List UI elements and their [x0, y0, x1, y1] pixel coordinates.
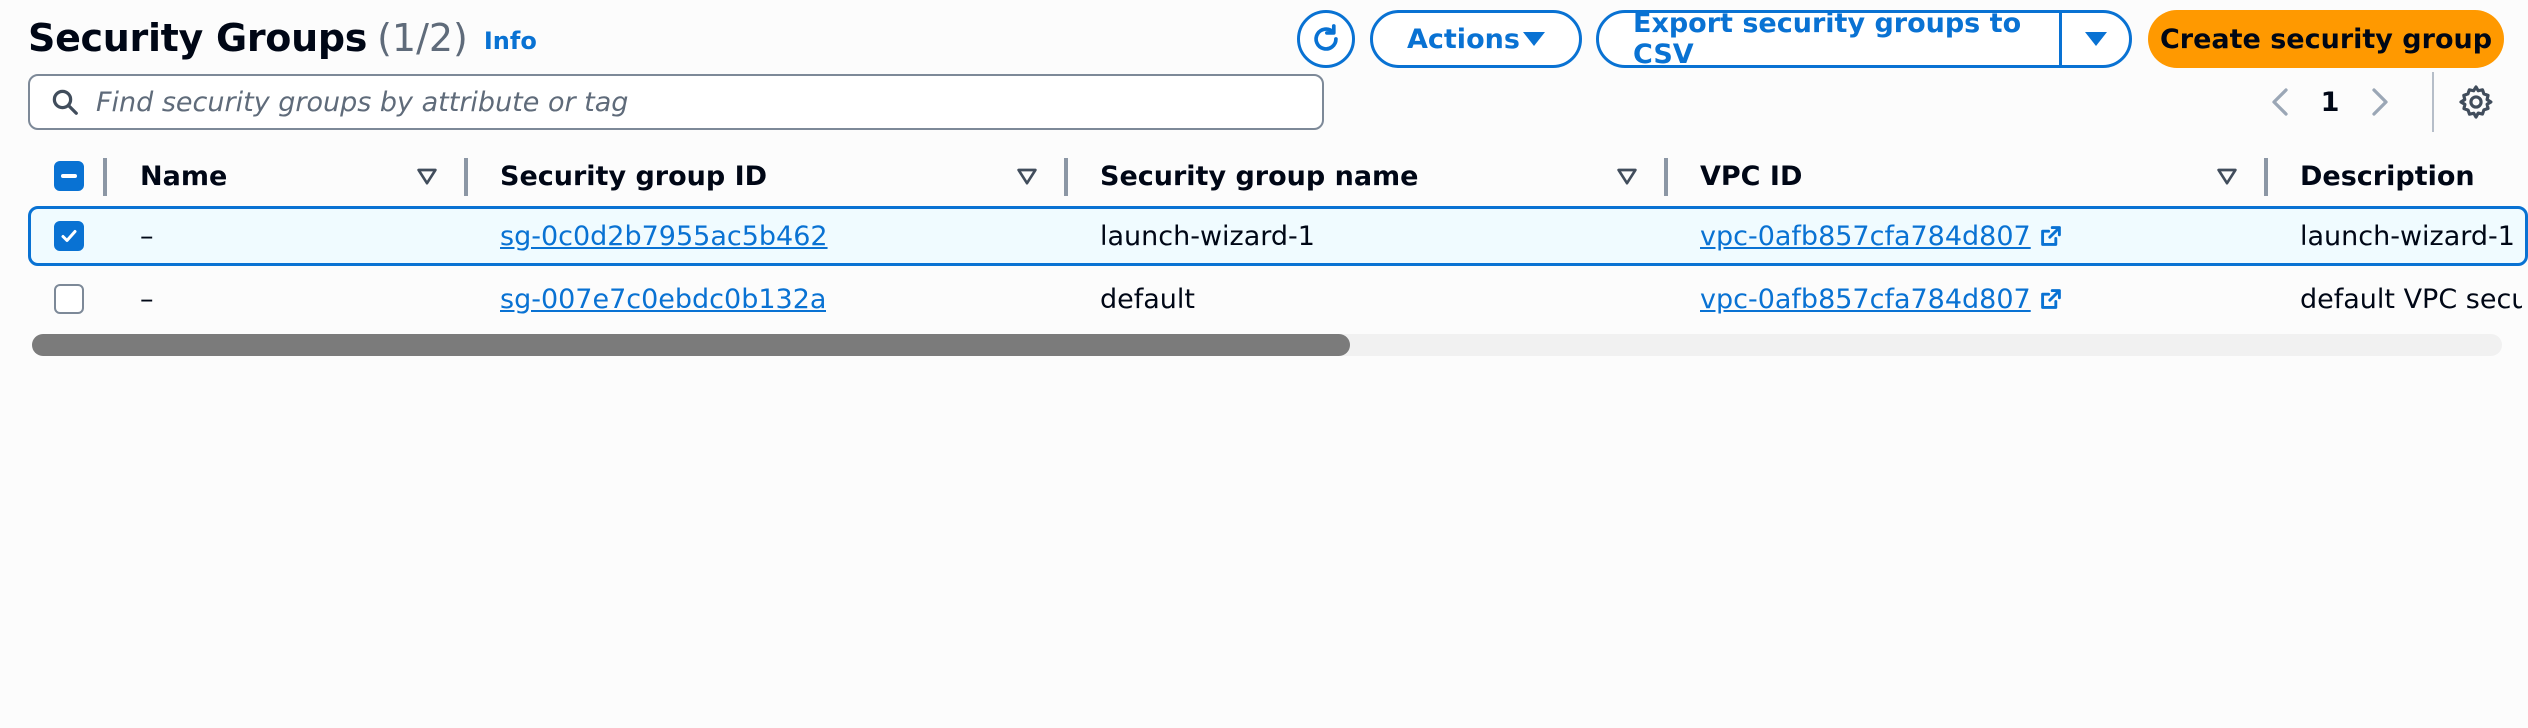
- vpc-id-cell: vpc-0afb857cfa784d807: [1700, 269, 2063, 329]
- column-separator[interactable]: [464, 158, 468, 196]
- cell-description: launch-wizard-1: [2300, 220, 2515, 252]
- preferences-button[interactable]: [2454, 80, 2498, 124]
- column-header-name[interactable]: Name: [140, 148, 227, 204]
- export-csv-label: Export security groups to CSV: [1633, 8, 2022, 70]
- cell-security-group-name: default: [1100, 283, 1196, 315]
- sort-icon[interactable]: [2215, 164, 2239, 188]
- export-csv-main[interactable]: Export security groups to CSV: [1599, 8, 2059, 70]
- create-security-group-button[interactable]: Create security group: [2148, 10, 2504, 68]
- next-page-button[interactable]: [2360, 76, 2400, 128]
- table-row[interactable]: – sg-007e7c0ebdc0b132a default vpc-0afb8…: [28, 269, 2528, 329]
- horizontal-scrollbar[interactable]: [32, 334, 2502, 356]
- caret-down-icon: [1523, 32, 1545, 46]
- security-group-id-link[interactable]: sg-007e7c0ebdc0b132a: [500, 269, 826, 329]
- pagination: 1: [2260, 76, 2400, 128]
- refresh-button[interactable]: [1297, 10, 1355, 68]
- cell-name: –: [140, 220, 154, 252]
- column-header-description[interactable]: Description: [2300, 148, 2475, 204]
- chevron-left-icon: [2272, 88, 2288, 116]
- sort-icon[interactable]: [1015, 164, 1039, 188]
- actions-button[interactable]: Actions: [1370, 10, 1582, 68]
- cell-description: default VPC security group: [2300, 283, 2522, 315]
- vpc-id-link[interactable]: vpc-0afb857cfa784d807: [1700, 221, 2031, 252]
- scrollbar-thumb[interactable]: [32, 334, 1350, 356]
- external-link-icon[interactable]: [2039, 224, 2063, 248]
- column-separator[interactable]: [2264, 158, 2268, 196]
- column-header-security-group-name[interactable]: Security group name: [1100, 148, 1419, 204]
- search-box[interactable]: [28, 74, 1324, 130]
- page-title: Security Groups: [28, 16, 368, 60]
- row-checkbox[interactable]: [54, 284, 84, 314]
- column-header-security-group-id[interactable]: Security group ID: [500, 148, 767, 204]
- security-group-id-link[interactable]: sg-0c0d2b7955ac5b462: [500, 209, 828, 263]
- indeterminate-dash-icon: [61, 174, 77, 178]
- table-header: Name Security group ID Security group na…: [28, 148, 2528, 204]
- selection-count: (1/2): [377, 16, 468, 60]
- row-checkbox[interactable]: [54, 221, 84, 251]
- export-csv-button[interactable]: Export security groups to CSV: [1596, 8, 2132, 70]
- column-separator[interactable]: [1664, 158, 1668, 196]
- actions-label: Actions: [1407, 23, 1520, 55]
- security-groups-table: Name Security group ID Security group na…: [28, 148, 2528, 315]
- page-number[interactable]: 1: [2300, 87, 2360, 118]
- caret-down-icon: [2084, 32, 2107, 46]
- previous-page-button[interactable]: [2260, 76, 2300, 128]
- column-header-vpc-id[interactable]: VPC ID: [1700, 148, 1802, 204]
- column-separator[interactable]: [1064, 158, 1068, 196]
- refresh-icon: [1314, 24, 1338, 51]
- select-all-checkbox[interactable]: [54, 161, 84, 191]
- external-link-icon[interactable]: [2039, 287, 2063, 311]
- page-header: Security Groups (1/2) Info: [28, 10, 537, 66]
- pagination-divider: [2432, 72, 2434, 132]
- info-link[interactable]: Info: [484, 27, 537, 55]
- sort-icon[interactable]: [1615, 164, 1639, 188]
- checkmark-icon: [61, 230, 77, 242]
- vpc-id-link[interactable]: vpc-0afb857cfa784d807: [1700, 284, 2031, 315]
- search-icon: [52, 89, 78, 115]
- column-separator[interactable]: [103, 158, 107, 196]
- export-csv-dropdown[interactable]: [2059, 13, 2129, 65]
- sort-icon[interactable]: [415, 164, 439, 188]
- cell-name: –: [140, 283, 154, 315]
- cell-security-group-name: launch-wizard-1: [1100, 220, 1315, 252]
- vpc-id-cell: vpc-0afb857cfa784d807: [1700, 209, 2063, 263]
- search-input[interactable]: [96, 86, 1296, 118]
- gear-icon: [2459, 85, 2493, 119]
- chevron-right-icon: [2372, 88, 2388, 116]
- table-row[interactable]: – sg-0c0d2b7955ac5b462 launch-wizard-1 v…: [28, 206, 2528, 266]
- create-label: Create security group: [2159, 23, 2493, 55]
